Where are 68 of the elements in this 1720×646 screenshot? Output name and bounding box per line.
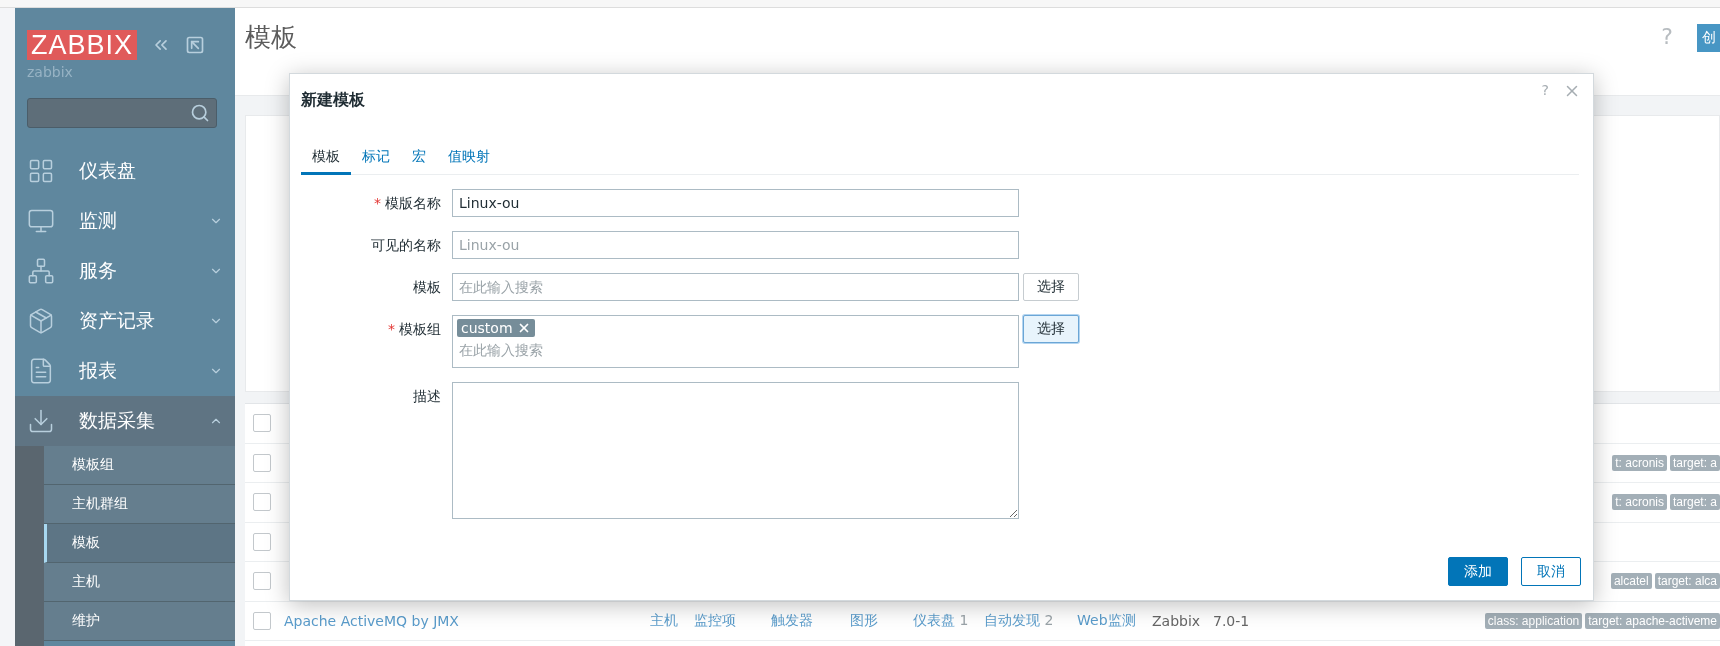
- sidebar-menu-item[interactable]: 数据采集: [15, 396, 235, 446]
- checkbox[interactable]: [253, 611, 271, 630]
- field-label: 描述: [412, 387, 441, 406]
- tag: target: alca: [1654, 573, 1720, 590]
- template-link[interactable]: 图形: [850, 611, 913, 630]
- tag: target: apache-activeme: [1585, 612, 1720, 629]
- input-field[interactable]: Linux-ou: [452, 189, 1019, 217]
- version-text: 7.0-1: [1213, 612, 1251, 629]
- sidebar-menu-item[interactable]: 仪表盘: [15, 146, 235, 196]
- sidebar-menu-item[interactable]: 监测: [15, 196, 235, 246]
- tag: class: application: [1484, 612, 1583, 629]
- field-label: 可见的名称: [370, 236, 441, 255]
- tag: t: acronis: [1612, 454, 1667, 471]
- tab[interactable]: 值映射: [437, 143, 501, 175]
- dialog-title: 新建模板: [301, 90, 366, 111]
- placeholder-text: 在此输入搜索: [458, 341, 544, 360]
- help-link[interactable]: ?: [1541, 82, 1549, 98]
- tag: alcatel: [1610, 573, 1652, 590]
- cancel-button[interactable]: 取消: [1521, 557, 1581, 586]
- search-icon: [190, 103, 210, 123]
- template-link[interactable]: 主机: [650, 611, 694, 630]
- multiselect-field[interactable]: custom 在此输入搜索: [452, 315, 1019, 368]
- template-link[interactable]: 自动发现 2: [984, 611, 1077, 630]
- select-button[interactable]: 选择: [1023, 315, 1079, 343]
- checkbox[interactable]: [253, 453, 271, 472]
- template-link[interactable]: 触发器: [771, 611, 850, 630]
- field-label: 模板: [412, 278, 441, 297]
- field-label: * 模版名称: [373, 194, 441, 213]
- tab[interactable]: 模板: [301, 143, 351, 175]
- monitor-icon: [27, 207, 55, 235]
- hierarchy-icon: [27, 257, 55, 285]
- submenu-item[interactable]: 模板组: [44, 446, 235, 485]
- vendor-text: Zabbix: [1152, 612, 1202, 629]
- server-name: zabbix: [26, 63, 74, 80]
- grid-icon: [27, 157, 55, 185]
- sidebar-menu-item[interactable]: 服务: [15, 246, 235, 296]
- box-icon: [27, 307, 55, 335]
- tag: target: a: [1669, 494, 1720, 511]
- download-icon: [27, 407, 55, 435]
- tag: t: acronis: [1612, 494, 1667, 511]
- submenu-item[interactable]: 主机群组: [44, 485, 235, 524]
- template-name-link[interactable]: Apache ActiveMQ by JMX: [284, 612, 650, 629]
- tab[interactable]: 标记: [351, 143, 401, 175]
- template-link[interactable]: Web监测: [1077, 611, 1152, 630]
- group-chip: custom: [457, 319, 535, 337]
- add-button[interactable]: 添加: [1448, 557, 1508, 586]
- sidebar-menu-item[interactable]: 报表: [15, 346, 235, 396]
- submenu-item[interactable]: 模板: [44, 524, 235, 563]
- checkbox[interactable]: [253, 532, 271, 551]
- description-field[interactable]: [452, 382, 1019, 519]
- submenu-item[interactable]: 维护: [44, 602, 235, 641]
- input-field[interactable]: 在此输入搜索: [452, 273, 1019, 301]
- create-button[interactable]: 创: [1697, 24, 1720, 52]
- tab[interactable]: 宏: [401, 143, 437, 175]
- field-label: * 模板组: [387, 320, 441, 339]
- sidebar-menu-item[interactable]: 资产记录: [15, 296, 235, 346]
- select-button[interactable]: 选择: [1023, 273, 1079, 301]
- page-title: 模板: [245, 21, 298, 54]
- search-field[interactable]: [27, 98, 217, 128]
- submenu-item[interactable]: 主机: [44, 563, 235, 602]
- input-field[interactable]: Linux-ou: [452, 231, 1019, 259]
- checkbox[interactable]: [253, 414, 271, 433]
- logo: ZABBIX: [27, 30, 138, 60]
- template-link[interactable]: 仪表盘 1: [913, 611, 984, 630]
- template-link[interactable]: 监控项: [694, 611, 771, 630]
- tag: target: a: [1669, 454, 1720, 471]
- checkbox[interactable]: [253, 572, 271, 591]
- checkbox[interactable]: [253, 493, 271, 512]
